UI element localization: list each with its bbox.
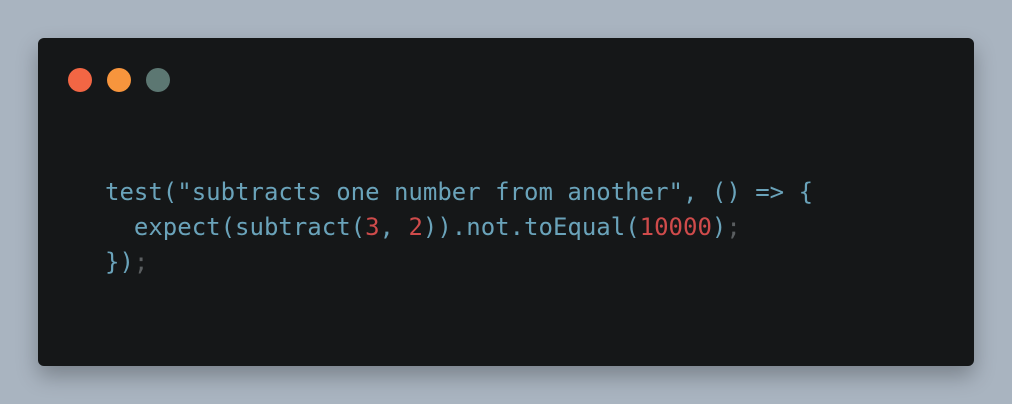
code-token: test("subtracts one number from another"… (105, 178, 814, 206)
code-number: 3 (365, 213, 380, 241)
code-number: 10000 (639, 213, 712, 241)
minimize-dot-icon[interactable] (107, 68, 131, 92)
code-line-2: expect(subtract(3, 2)).not.toEqual(10000… (105, 210, 813, 245)
code-semicolon: ; (726, 213, 741, 241)
window-controls (68, 68, 170, 92)
code-token: }) (105, 248, 134, 276)
maximize-dot-icon[interactable] (146, 68, 170, 92)
code-token: expect(subtract( (105, 213, 366, 241)
code-line-3: }); (105, 245, 813, 280)
close-dot-icon[interactable] (68, 68, 92, 92)
code-token: ) (711, 213, 727, 241)
code-number: 2 (408, 213, 423, 241)
code-token: , (379, 213, 409, 241)
code-semicolon: ; (133, 248, 149, 276)
code-block: test("subtracts one number from another"… (105, 175, 813, 280)
code-window: test("subtracts one number from another"… (38, 38, 974, 366)
code-line-1: test("subtracts one number from another"… (105, 175, 813, 210)
code-token: )).not.toEqual( (422, 213, 640, 241)
